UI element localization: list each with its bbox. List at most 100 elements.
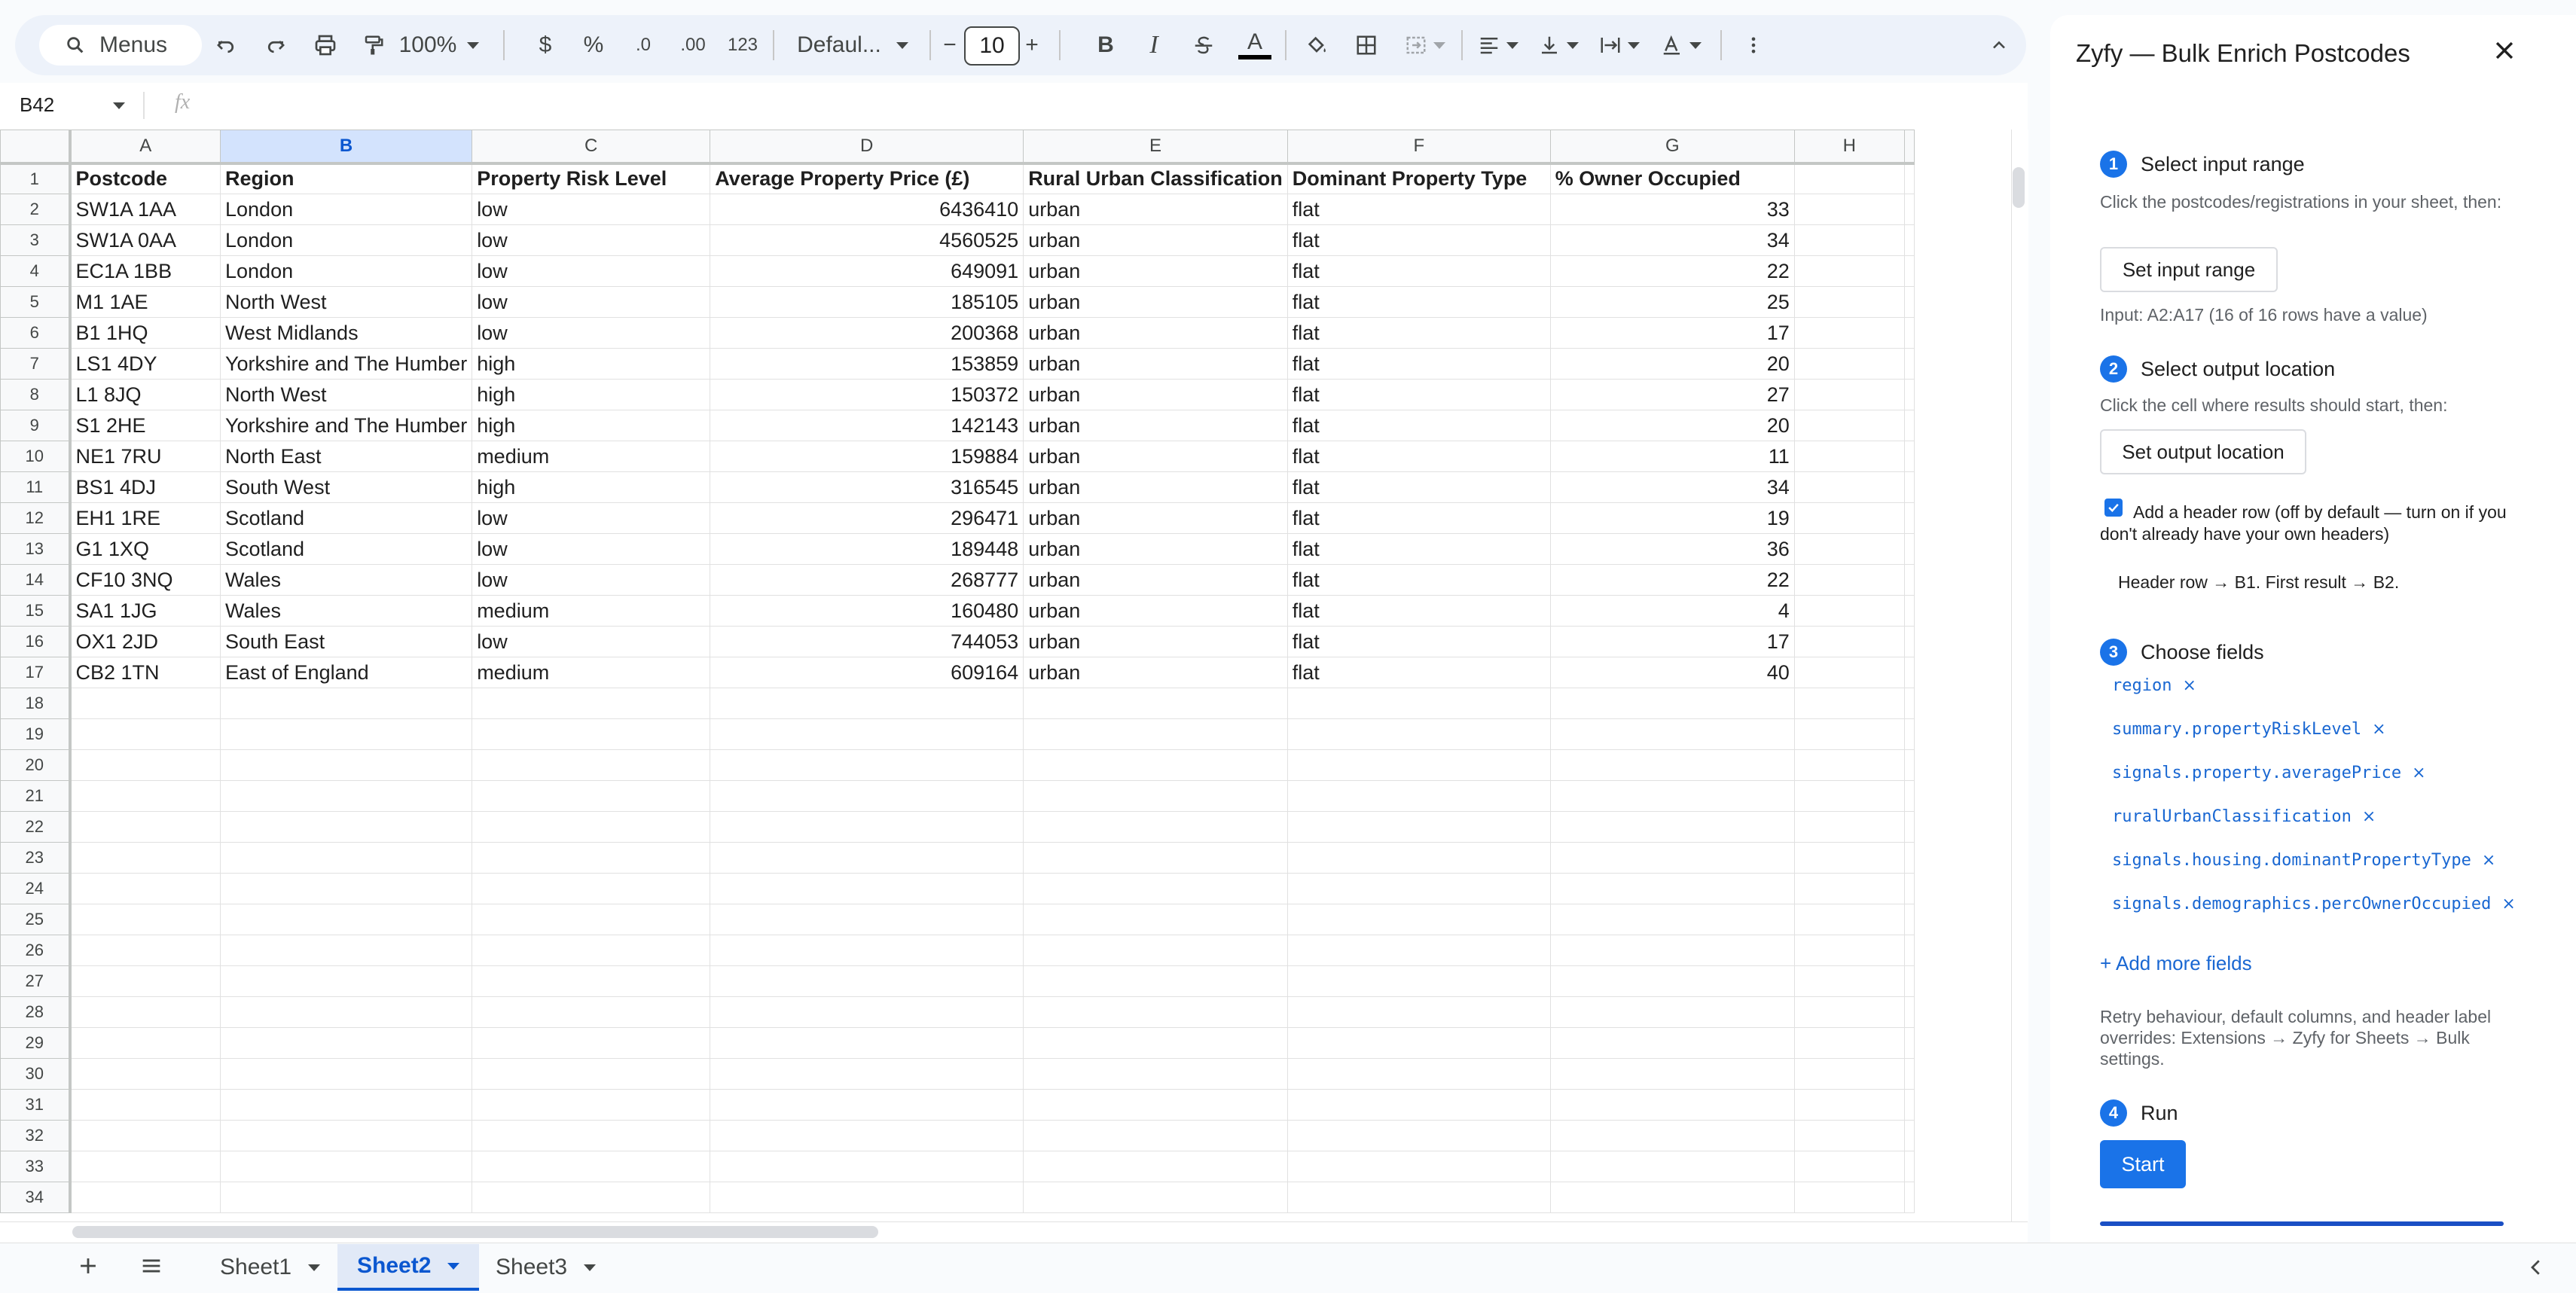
select-all-corner[interactable] [0,130,72,165]
cell[interactable] [69,780,221,812]
cell[interactable] [472,873,711,904]
cell[interactable] [219,935,473,966]
more-options-button[interactable] [1732,15,1775,75]
cell[interactable]: urban [1023,255,1288,287]
cell[interactable] [710,1027,1024,1059]
row-header[interactable]: 13 [0,533,72,565]
strikethrough-button[interactable] [1183,15,1225,75]
header-row-checkbox[interactable] [2104,499,2123,517]
row-header[interactable]: 5 [0,286,72,318]
cell[interactable] [1903,749,1915,781]
cell[interactable]: flat [1286,348,1551,380]
all-sheets-button[interactable] [139,1253,164,1282]
cell[interactable] [1903,379,1915,410]
cell[interactable]: low [472,626,711,657]
cell[interactable] [1793,255,1905,287]
cell[interactable]: 40 [1549,657,1795,688]
cell[interactable] [1286,749,1551,781]
cell[interactable] [219,965,473,997]
cell[interactable] [472,1089,711,1121]
cell[interactable] [1549,904,1795,935]
cell[interactable] [1793,1120,1905,1151]
text-wrapping-button[interactable] [1589,15,1650,75]
cell[interactable]: urban [1023,194,1288,225]
cell[interactable]: flat [1286,441,1551,472]
row-header[interactable]: 14 [0,564,72,596]
cell[interactable] [1793,842,1905,874]
cell[interactable] [1793,873,1905,904]
cell[interactable]: CF10 3NQ [69,564,221,596]
cell[interactable]: medium [472,657,711,688]
cell[interactable]: 609164 [710,657,1024,688]
cell[interactable]: Rural Urban Classification [1023,163,1288,194]
cell[interactable]: Wales [219,564,473,596]
cell[interactable]: high [472,410,711,441]
chevron-down-icon[interactable] [113,102,125,109]
cell[interactable]: 296471 [710,502,1024,534]
cell[interactable] [710,1120,1024,1151]
cell[interactable] [710,1151,1024,1182]
cell[interactable] [69,1182,221,1213]
increase-decimal-button[interactable]: .00 [669,15,717,75]
cell[interactable] [1903,873,1915,904]
cell[interactable] [1286,718,1551,750]
cell[interactable] [1023,1182,1288,1213]
cell[interactable] [1023,996,1288,1028]
cell[interactable]: urban [1023,317,1288,349]
cell[interactable] [219,1027,473,1059]
text-color-button[interactable]: A [1232,15,1277,75]
cell[interactable] [472,935,711,966]
cell[interactable]: North East [219,441,473,472]
cell[interactable] [69,996,221,1028]
cell[interactable] [710,688,1024,719]
cell[interactable] [69,811,221,843]
cell[interactable] [1793,904,1905,935]
cell[interactable] [1793,379,1905,410]
cell[interactable]: flat [1286,533,1551,565]
cell[interactable] [472,780,711,812]
cell[interactable] [219,904,473,935]
row-header[interactable]: 31 [0,1089,72,1121]
cell[interactable]: medium [472,595,711,627]
remove-field-icon[interactable]: × [2412,764,2425,782]
cell[interactable] [710,749,1024,781]
cell[interactable]: urban [1023,441,1288,472]
column-header[interactable]: G [1549,130,1795,165]
cell[interactable] [1903,348,1915,380]
cell[interactable] [1023,1027,1288,1059]
cell[interactable] [1023,1120,1288,1151]
row-header[interactable]: 1 [0,163,72,194]
cell[interactable] [1023,749,1288,781]
cell[interactable] [1793,1182,1905,1213]
cell[interactable] [1549,811,1795,843]
cell[interactable] [1549,996,1795,1028]
cell[interactable]: 34 [1549,224,1795,256]
cell[interactable]: 36 [1549,533,1795,565]
cell[interactable] [1549,1182,1795,1213]
sheet-tab-sheet1[interactable]: Sheet1 [200,1244,340,1291]
cell[interactable] [69,1058,221,1090]
row-header[interactable]: 18 [0,688,72,719]
cell[interactable] [69,749,221,781]
cell[interactable]: EH1 1RE [69,502,221,534]
cell[interactable] [1793,224,1905,256]
name-box[interactable]: B42 [20,93,54,117]
cell[interactable] [219,842,473,874]
cell[interactable]: M1 1AE [69,286,221,318]
cell[interactable] [1793,749,1905,781]
cell[interactable] [1793,194,1905,225]
formula-input[interactable] [218,89,2011,122]
row-header[interactable]: 11 [0,471,72,503]
merge-cells-button[interactable] [1395,15,1455,75]
cell[interactable]: London [219,224,473,256]
cell[interactable]: urban [1023,502,1288,534]
cell[interactable]: urban [1023,224,1288,256]
cell[interactable]: 19 [1549,502,1795,534]
font-size-increase-button[interactable]: + [1018,15,1045,75]
column-header[interactable]: C [472,130,711,165]
cell[interactable] [1903,317,1915,349]
cell[interactable]: low [472,194,711,225]
cell[interactable] [1286,1089,1551,1121]
cell[interactable] [1903,935,1915,966]
cell[interactable] [710,873,1024,904]
